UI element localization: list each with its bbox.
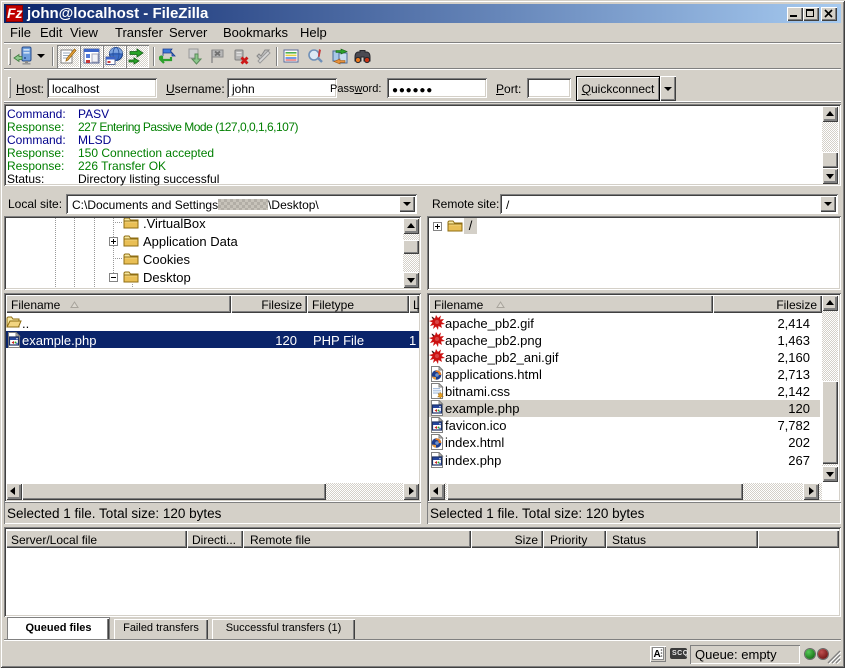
svg-text:A: A (654, 649, 661, 660)
